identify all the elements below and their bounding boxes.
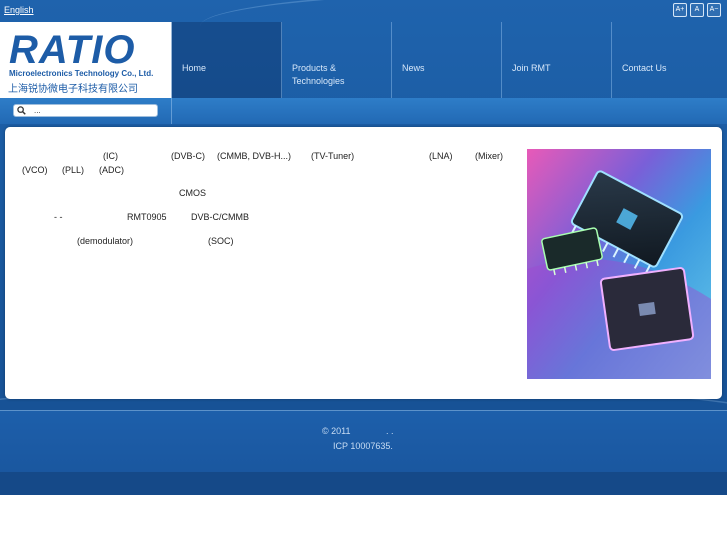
- search-input[interactable]: [34, 105, 154, 116]
- main-nav: Home Products & Technologies News Join R…: [172, 22, 727, 98]
- font-decrease-button[interactable]: A−: [707, 3, 721, 17]
- content-text: (Mixer): [475, 151, 503, 161]
- language-link-english[interactable]: English: [4, 5, 34, 15]
- nav-item-products-technologies[interactable]: Products & Technologies: [282, 22, 392, 98]
- footer-text: . .: [386, 426, 394, 436]
- company-logo[interactable]: RATIO Microelectronics Technology Co., L…: [0, 22, 172, 98]
- content-text: (IC): [103, 151, 118, 161]
- font-reset-button[interactable]: A: [690, 3, 704, 17]
- footer-bottom-strip: [0, 472, 727, 495]
- chips-product-image: [527, 149, 711, 379]
- search-icon[interactable]: [17, 106, 26, 115]
- content-text: (TV-Tuner): [311, 151, 355, 161]
- content-text: - -: [54, 212, 63, 222]
- content-text: (DVB-C): [171, 151, 205, 161]
- nav-item-news[interactable]: News: [392, 22, 502, 98]
- content-text: RMT0905: [127, 212, 167, 222]
- search-bar: [0, 98, 727, 124]
- nav-item-contact-us[interactable]: Contact Us: [612, 22, 722, 98]
- logo-subtitle-english: Microelectronics Technology Co., Ltd.: [9, 69, 154, 78]
- content-panel: (IC) (DVB-C) (CMMB, DVB-H...) (TV-Tuner)…: [5, 127, 722, 399]
- footer: © 2011 . . ICP 10007635.: [0, 410, 727, 473]
- header: RATIO Microelectronics Technology Co., L…: [0, 22, 727, 98]
- nav-item-label: Contact Us: [622, 63, 667, 73]
- logo-subtitle-chinese: 上海锐协微电子科技有限公司: [8, 84, 138, 95]
- content-text: (PLL): [62, 165, 85, 175]
- content-text: (CMMB, DVB-H...): [217, 151, 291, 161]
- content-text: (demodulator): [77, 236, 134, 246]
- content-text: DVB-C/CMMB: [191, 212, 249, 222]
- nav-item-label: Products & Technologies: [292, 63, 345, 86]
- nav-item-label: Join RMT: [512, 63, 551, 73]
- content-text: CMOS: [179, 188, 206, 198]
- footer-icp: ICP 10007635.: [333, 441, 393, 451]
- content-text: (SOC): [208, 236, 234, 246]
- content-text: (ADC): [99, 165, 124, 175]
- top-bar: English A+ A A−: [0, 0, 727, 22]
- search-box: [13, 104, 158, 117]
- footer-copyright: © 2011: [322, 426, 351, 436]
- font-increase-button[interactable]: A+: [673, 3, 687, 17]
- nav-item-label: Home: [182, 63, 207, 73]
- nav-item-home[interactable]: Home: [172, 22, 282, 98]
- nav-item-join-rmt[interactable]: Join RMT: [502, 22, 612, 98]
- nav-item-label: News: [402, 63, 425, 73]
- logo-wordmark: RATIO: [9, 28, 136, 72]
- content-text: (VCO): [22, 165, 48, 175]
- content-text: (LNA): [429, 151, 453, 161]
- divider: [171, 98, 172, 124]
- font-size-controls: A+ A A−: [673, 3, 721, 17]
